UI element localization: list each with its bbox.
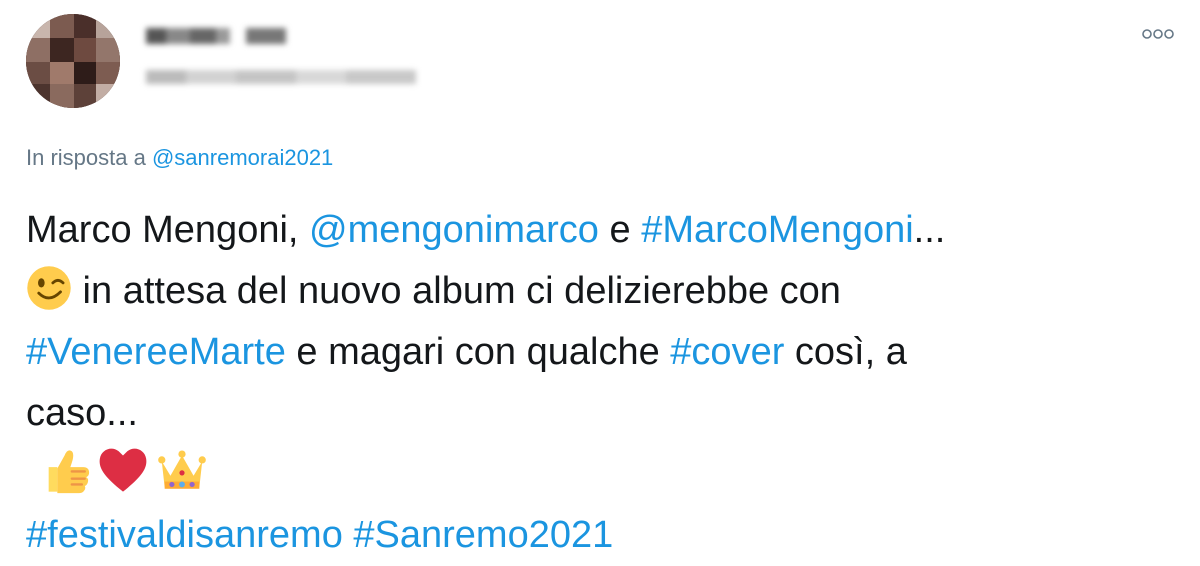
tweet-line-3: #VenereeMarte e magari con qualche #cove… bbox=[26, 322, 1166, 383]
tweet-text-segment: ... bbox=[913, 209, 946, 251]
author-name-obscured[interactable] bbox=[146, 24, 296, 50]
author-info[interactable] bbox=[146, 24, 436, 94]
winking-face-emoji-icon bbox=[27, 266, 71, 310]
thumbs-up-emoji-icon bbox=[48, 450, 90, 494]
emoji-row bbox=[26, 444, 1166, 505]
tweet-text-segment bbox=[343, 514, 354, 556]
tweet-text-segment: così, a bbox=[784, 331, 907, 373]
mention-link[interactable]: @mengonimarco bbox=[309, 209, 599, 251]
crown-emoji-icon bbox=[158, 450, 206, 489]
author-handle-obscured[interactable] bbox=[146, 64, 426, 90]
tweet-text-segment: caso... bbox=[26, 392, 138, 434]
tweet-line-2: in attesa del nuovo album ci delizierebb… bbox=[26, 261, 1166, 322]
hashtag-link[interactable]: #festivaldisanremo bbox=[26, 514, 343, 556]
hashtag-link[interactable]: #VenereeMarte bbox=[26, 331, 286, 373]
hashtag-link[interactable]: #Sanremo2021 bbox=[353, 514, 613, 556]
tweet-text: Marco Mengoni, @mengonimarco e #MarcoMen… bbox=[26, 200, 1166, 566]
reply-handle-link[interactable]: @sanremorai2021 bbox=[152, 145, 333, 170]
tweet-card: In risposta a @sanremorai2021 Marco Meng… bbox=[0, 0, 1200, 564]
reply-context: In risposta a @sanremorai2021 bbox=[26, 143, 333, 173]
tweet-line-1: Marco Mengoni, @mengonimarco e #MarcoMen… bbox=[26, 200, 1166, 261]
avatar[interactable] bbox=[26, 14, 120, 108]
tweet-text-segment: Marco Mengoni, bbox=[26, 209, 310, 251]
tweet-text-segment: in attesa del nuovo album ci delizierebb… bbox=[72, 270, 841, 312]
tweet-text-segment: e bbox=[598, 209, 642, 251]
red-heart-emoji-icon bbox=[99, 448, 147, 492]
more-icon bbox=[1142, 29, 1174, 39]
reply-prefix: In risposta a bbox=[26, 145, 146, 170]
more-options-button[interactable] bbox=[1138, 22, 1178, 46]
tweet-text-segment: e magari con qualche bbox=[285, 331, 671, 373]
hashtag-link[interactable]: #cover bbox=[670, 331, 784, 373]
tweet-line-6: #festivaldisanremo #Sanremo2021 bbox=[26, 505, 1166, 566]
tweet-line-4: caso... bbox=[26, 383, 1166, 444]
hashtag-link[interactable]: #MarcoMengoni bbox=[641, 209, 913, 251]
